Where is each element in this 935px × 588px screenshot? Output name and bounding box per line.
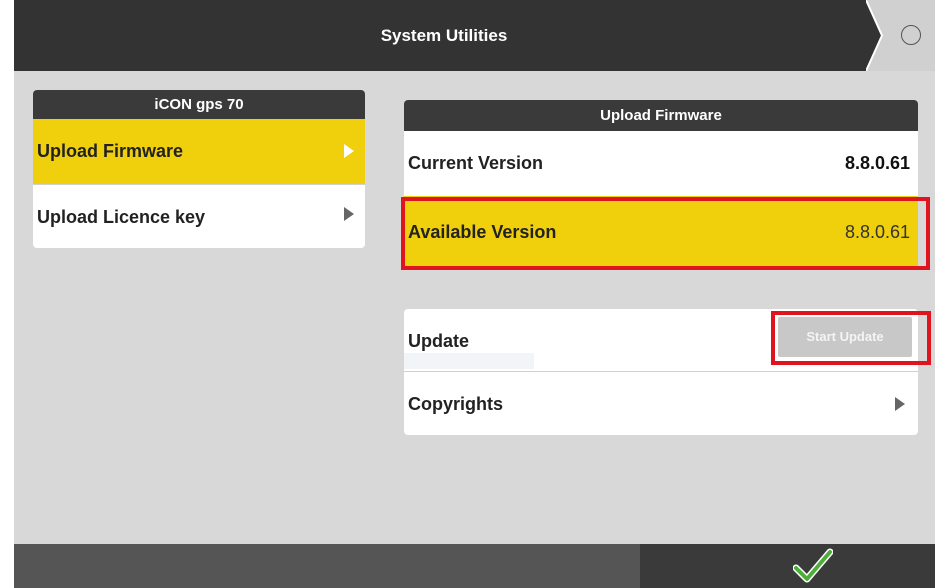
highlight-box-available-version — [401, 197, 930, 270]
copyrights-label: Copyrights — [408, 394, 504, 414]
menu-item-upload-licence-key[interactable]: Upload Licence key — [33, 185, 365, 248]
current-version-value: 8.8.0.61 — [844, 153, 910, 173]
bottom-bar-right[interactable] — [640, 544, 935, 588]
chevron-right-icon — [344, 207, 354, 221]
faint-overlay — [404, 353, 534, 369]
bottom-bar-left — [14, 544, 640, 588]
menu-item-upload-firmware[interactable]: Upload Firmware — [33, 119, 365, 184]
copyrights-row[interactable]: Copyrights — [404, 372, 918, 434]
menu-item-label: Upload Firmware — [37, 141, 184, 161]
menu-item-label: Upload Licence key — [37, 207, 206, 227]
chevron-right-icon — [895, 397, 905, 411]
confirm-check-icon[interactable] — [793, 548, 833, 584]
firmware-panel-title: Upload Firmware — [404, 100, 918, 131]
page-title: System Utilities — [380, 26, 508, 45]
title-bar: System Utilities — [14, 0, 935, 71]
current-version-row: Current Version 8.8.0.61 — [404, 131, 918, 196]
app-window: System Utilities iCON gps 70 Upload Firm… — [14, 0, 935, 588]
status-circle-icon[interactable] — [901, 25, 921, 45]
current-version-label: Current Version — [408, 153, 544, 173]
chevron-right-icon — [344, 144, 354, 158]
device-name-header: iCON gps 70 — [33, 90, 365, 119]
device-menu-panel: iCON gps 70 Upload Firmware Upload Licen… — [33, 90, 365, 248]
highlight-box-start-update — [771, 311, 931, 365]
